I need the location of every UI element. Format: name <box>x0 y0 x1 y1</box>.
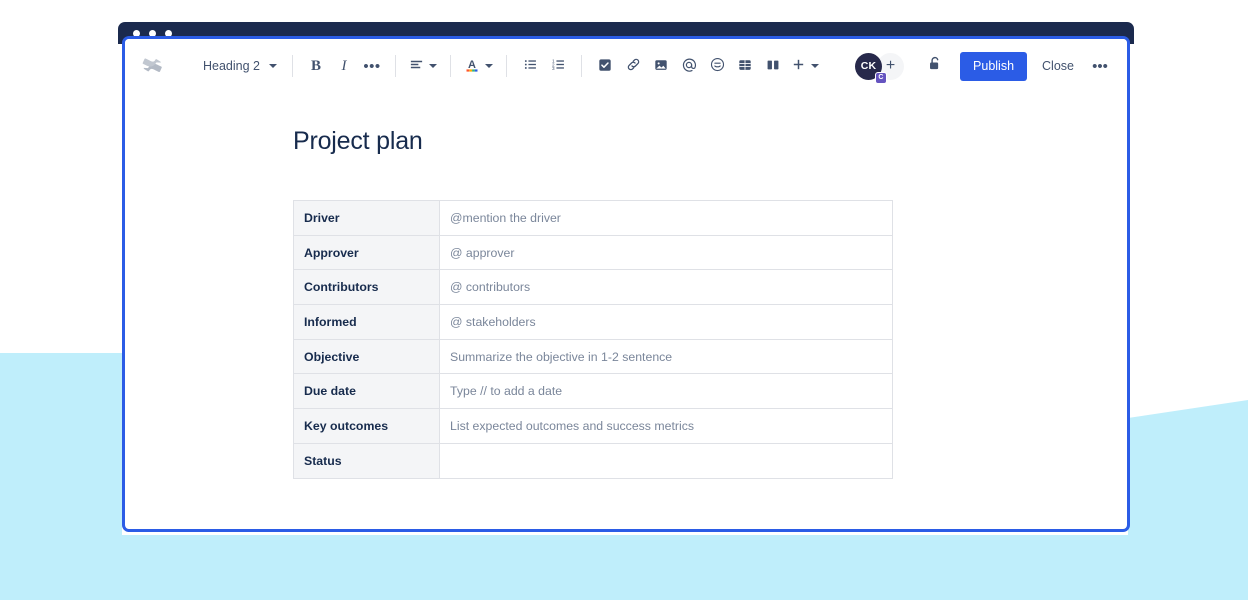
restrictions-button[interactable] <box>920 51 950 81</box>
table-icon <box>738 58 752 75</box>
row-label-status: Status <box>293 442 440 479</box>
avatar-product-badge: C <box>875 71 888 84</box>
italic-button[interactable]: I <box>330 51 358 81</box>
link-button[interactable] <box>619 51 647 81</box>
heading-style-select[interactable]: Heading 2 <box>197 51 283 81</box>
numbered-list-icon: 1 2 3 <box>551 57 566 75</box>
project-plan-table-body: Driver @mention the driver Approver @ ap… <box>293 200 893 479</box>
image-icon <box>654 58 668 75</box>
page-title[interactable]: Project plan <box>293 127 893 156</box>
numbered-list-button[interactable]: 1 2 3 <box>544 51 572 81</box>
chevron-down-icon <box>485 64 493 68</box>
bullet-list-button[interactable] <box>516 51 544 81</box>
mention-at-icon <box>681 57 697 76</box>
editor-toolbar: Heading 2 B I ••• A 1 2 3 CK C + Publish… <box>125 39 1127 93</box>
table-row[interactable]: Contributors @ contributors <box>293 269 893 306</box>
document-canvas[interactable]: Project plan Driver @mention the driver … <box>125 93 1127 479</box>
heading-style-label: Heading 2 <box>203 59 260 73</box>
bullet-list-icon <box>523 57 538 75</box>
svg-text:A: A <box>468 59 476 71</box>
table-row[interactable]: Due date Type // to add a date <box>293 373 893 410</box>
publish-button[interactable]: Publish <box>960 51 1028 81</box>
row-label-objective: Objective <box>293 338 440 375</box>
table-row[interactable]: Informed @ stakeholders <box>293 304 893 340</box>
row-label-informed: Informed <box>293 304 440 340</box>
toolbar-divider <box>395 55 396 77</box>
row-value-status[interactable] <box>439 442 893 479</box>
close-button[interactable]: Close <box>1031 52 1085 81</box>
align-left-icon <box>409 57 424 75</box>
browser-viewport: Heading 2 B I ••• A 1 2 3 CK C + Publish… <box>122 36 1130 532</box>
checkbox-icon <box>598 58 612 75</box>
toolbar-left-group: Heading 2 B I ••• A 1 2 3 <box>137 51 855 81</box>
table-row[interactable]: Approver @ approver <box>293 234 893 271</box>
confluence-logo-icon <box>137 51 167 81</box>
toolbar-right-group: CK C + Publish Close ••• <box>855 51 1113 84</box>
row-label-due-date: Due date <box>293 373 440 410</box>
unlocked-padlock-icon <box>927 55 944 77</box>
row-value-due-date[interactable]: Type // to add a date <box>439 373 893 410</box>
svg-text:3: 3 <box>551 66 554 71</box>
row-label-key-outcomes: Key outcomes <box>293 408 440 444</box>
emoji-icon <box>710 57 725 75</box>
task-list-button[interactable] <box>591 51 619 81</box>
row-label-approver: Approver <box>293 234 440 271</box>
row-value-driver[interactable]: @mention the driver <box>439 200 893 236</box>
mention-button[interactable] <box>675 51 703 81</box>
plus-icon <box>791 57 806 75</box>
text-color-icon: A <box>464 57 480 76</box>
link-icon <box>626 57 641 75</box>
row-value-contributors[interactable]: @ contributors <box>439 269 893 306</box>
row-label-contributors: Contributors <box>293 269 440 306</box>
collaborators-group: CK C + <box>855 52 905 84</box>
toolbar-divider <box>292 55 293 77</box>
avatar-initials: CK <box>860 60 877 72</box>
project-plan-table[interactable]: Driver @mention the driver Approver @ ap… <box>293 200 893 479</box>
layout-columns-icon <box>766 58 780 75</box>
layout-button[interactable] <box>759 51 787 81</box>
toolbar-divider <box>450 55 451 77</box>
emoji-button[interactable] <box>703 51 731 81</box>
row-label-driver: Driver <box>293 200 440 236</box>
table-row[interactable]: Status <box>293 442 893 479</box>
document-content: Project plan Driver @mention the driver … <box>293 127 893 479</box>
chevron-down-icon <box>269 64 277 68</box>
toolbar-divider <box>581 55 582 77</box>
more-formatting-button[interactable]: ••• <box>358 51 386 81</box>
avatar[interactable]: CK C <box>855 52 888 84</box>
table-row[interactable]: Driver @mention the driver <box>293 200 893 236</box>
image-button[interactable] <box>647 51 675 81</box>
bold-button[interactable]: B <box>302 51 330 81</box>
chevron-down-icon <box>811 64 819 68</box>
table-row[interactable]: Key outcomes List expected outcomes and … <box>293 408 893 444</box>
background-shape-bottom <box>0 535 1248 600</box>
row-value-objective[interactable]: Summarize the objective in 1-2 sentence <box>439 338 893 375</box>
text-align-button[interactable] <box>405 51 441 81</box>
row-value-informed[interactable]: @ stakeholders <box>439 304 893 340</box>
table-button[interactable] <box>731 51 759 81</box>
row-value-key-outcomes[interactable]: List expected outcomes and success metri… <box>439 408 893 444</box>
text-color-button[interactable]: A <box>460 51 497 81</box>
browser-window: Heading 2 B I ••• A 1 2 3 CK C + Publish… <box>118 22 1134 532</box>
more-options-button[interactable]: ••• <box>1087 52 1113 81</box>
row-value-approver[interactable]: @ approver <box>439 234 893 271</box>
chevron-down-icon <box>429 64 437 68</box>
insert-more-button[interactable] <box>787 51 823 81</box>
table-row[interactable]: Objective Summarize the objective in 1-2… <box>293 338 893 375</box>
toolbar-divider <box>506 55 507 77</box>
